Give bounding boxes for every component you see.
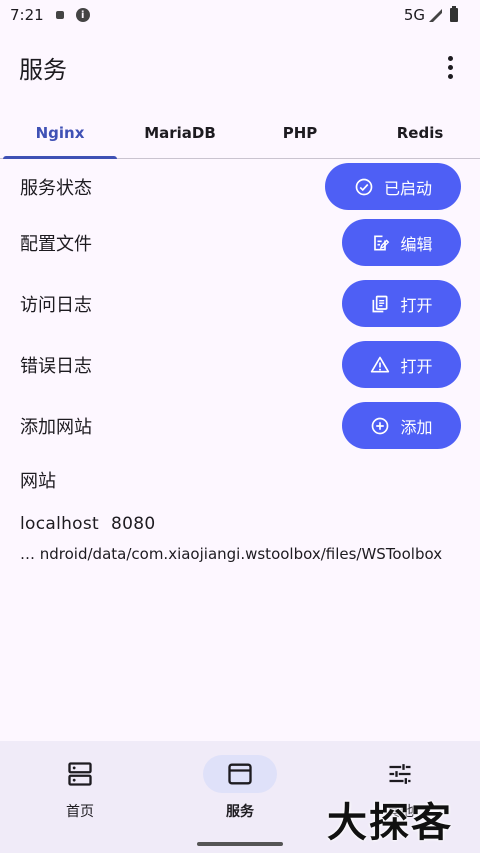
tab-php[interactable]: PHP xyxy=(240,108,360,158)
notification-icon xyxy=(55,11,64,19)
service-status-button-label: 已启动 xyxy=(383,178,432,198)
app-bar: 服务 xyxy=(0,42,480,92)
tune-icon xyxy=(389,764,411,784)
open-access-log-button[interactable]: 打开 xyxy=(342,280,461,327)
service-status-label: 服务状态 xyxy=(20,177,92,199)
site-port: 8080 xyxy=(111,514,156,534)
tab-nginx[interactable]: Nginx xyxy=(0,108,120,159)
watermark: 大探客 xyxy=(327,800,453,846)
config-file-row: 配置文件 编辑 xyxy=(0,219,480,266)
access-log-label: 访问日志 xyxy=(20,294,92,316)
site-hostname: localhost xyxy=(20,514,100,534)
service-status-row: 服务状态 已启动 xyxy=(0,163,480,210)
tab-mariadb[interactable]: MariaDB xyxy=(120,108,240,158)
nav-item-home[interactable]: 首页 xyxy=(20,755,140,821)
add-site-row: 添加网站 添加 xyxy=(0,402,480,449)
tab-redis[interactable]: Redis xyxy=(360,108,480,158)
service-status-button[interactable]: 已启动 xyxy=(325,163,461,210)
add-site-button-label: 添加 xyxy=(400,417,433,437)
network-type: 5G xyxy=(403,6,425,24)
add-site-button[interactable]: 添加 xyxy=(342,402,461,449)
more-options-icon[interactable] xyxy=(438,51,462,83)
warning-icon xyxy=(371,356,390,372)
open-error-log-button-label: 打开 xyxy=(400,356,433,376)
open-error-log-button[interactable]: 打开 xyxy=(342,341,461,388)
edit-config-button-label: 编辑 xyxy=(400,234,433,254)
battery-icon xyxy=(450,6,458,22)
server-icon xyxy=(68,762,92,786)
nav-item-services[interactable]: 服务 xyxy=(180,755,300,821)
info-icon: i xyxy=(75,8,90,22)
sites-heading: 网站 xyxy=(20,471,56,492)
status-bar: 7:21 i 5G xyxy=(0,0,480,30)
add-site-label: 添加网站 xyxy=(20,416,92,438)
error-log-label: 错误日志 xyxy=(20,355,92,377)
edit-config-button[interactable]: 编辑 xyxy=(342,219,461,266)
page-title: 服务 xyxy=(19,55,67,84)
site-path: … ndroid/data/com.xiaojiangi.wstoolbox/f… xyxy=(20,545,443,563)
add-circle-icon xyxy=(372,417,389,434)
config-file-label: 配置文件 xyxy=(20,233,92,255)
site-host[interactable]: localhost 8080 xyxy=(20,514,155,534)
nav-label-home: 首页 xyxy=(66,804,94,820)
edit-doc-icon xyxy=(374,235,390,250)
signal-icon xyxy=(429,8,442,22)
nav-label-services: 服务 xyxy=(226,804,254,820)
tab-bar: Nginx MariaDB PHP Redis xyxy=(0,108,480,159)
access-log-row: 访问日志 打开 xyxy=(0,280,480,327)
check-circle-icon xyxy=(355,178,373,195)
error-log-row: 错误日志 打开 xyxy=(0,341,480,388)
status-time: 7:21 xyxy=(10,6,44,24)
copy-doc-icon xyxy=(372,295,388,312)
open-access-log-button-label: 打开 xyxy=(400,295,433,315)
window-icon xyxy=(228,763,252,785)
gesture-bar[interactable] xyxy=(197,842,283,846)
